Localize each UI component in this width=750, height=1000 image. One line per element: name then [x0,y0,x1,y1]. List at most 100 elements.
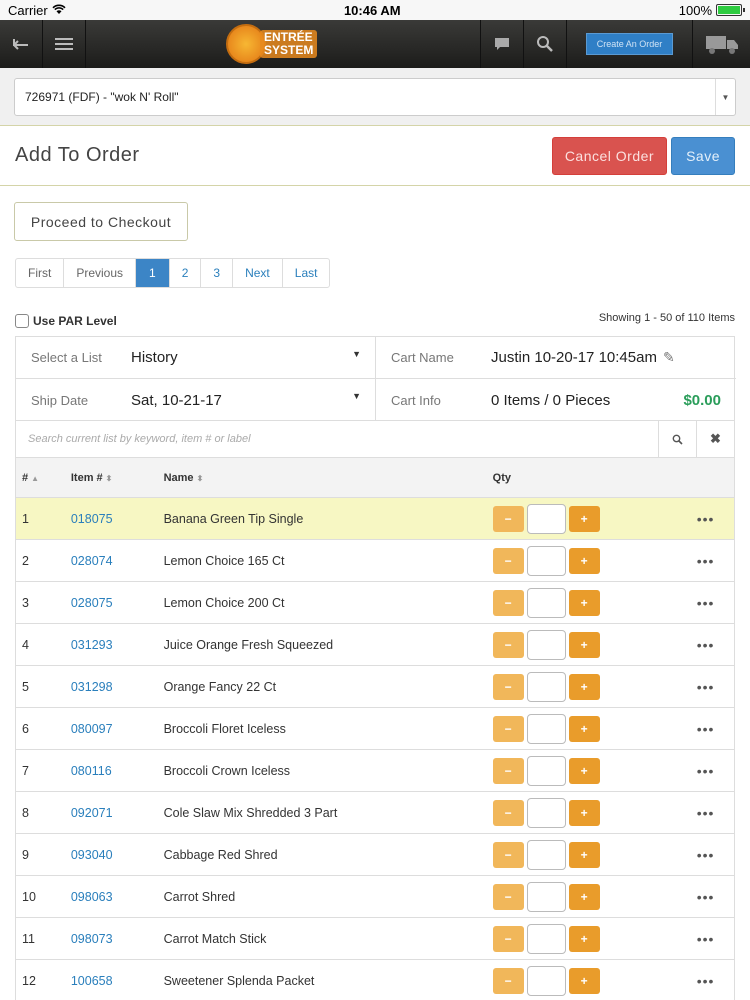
item-number-link[interactable]: 018075 [71,512,164,526]
chat-icon[interactable] [480,20,523,68]
increment-button[interactable]: + [568,631,600,658]
item-number-link[interactable]: 098063 [71,890,164,904]
truck-icon[interactable] [692,20,750,68]
quantity-input[interactable] [526,797,566,828]
more-options-icon[interactable]: ••• [697,595,715,611]
page-previous[interactable]: Previous [64,259,137,287]
list-search-input[interactable] [16,421,658,457]
decrement-button[interactable]: − [492,589,524,616]
table-row[interactable]: 9 093040 Cabbage Red Shred − + ••• [16,834,734,876]
decrement-button[interactable]: − [492,841,524,868]
par-level-toggle[interactable]: Use PAR Level [15,314,117,328]
decrement-button[interactable]: − [492,631,524,658]
item-number-link[interactable]: 031298 [71,680,164,694]
customer-select[interactable]: 726971 (FDF) - "wok N' Roll" ▼ [14,78,736,116]
decrement-button[interactable]: − [492,967,524,994]
table-row[interactable]: 7 080116 Broccoli Crown Iceless − + ••• [16,750,734,792]
decrement-button[interactable]: − [492,757,524,784]
ship-date-dropdown[interactable]: Ship Date Sat, 10-21-17 ▼ [16,379,376,421]
more-options-icon[interactable]: ••• [697,637,715,653]
item-number-link[interactable]: 031293 [71,638,164,652]
item-number-link[interactable]: 080097 [71,722,164,736]
quantity-input[interactable] [526,923,566,954]
quantity-input[interactable] [526,629,566,660]
increment-button[interactable]: + [568,925,600,952]
increment-button[interactable]: + [568,757,600,784]
sort-by-name[interactable]: Name ⬍ [164,472,493,484]
more-options-icon[interactable]: ••• [697,889,715,905]
item-number-link[interactable]: 092071 [71,806,164,820]
more-options-icon[interactable]: ••• [697,679,715,695]
page-first[interactable]: First [16,259,65,287]
quantity-input[interactable] [526,881,566,912]
decrement-button[interactable]: − [492,883,524,910]
table-row[interactable]: 4 031293 Juice Orange Fresh Squeezed − + ••• [16,624,734,666]
more-options-icon[interactable]: ••• [697,847,715,863]
page-last[interactable]: Last [283,259,330,287]
more-options-icon[interactable]: ••• [697,973,715,989]
increment-button[interactable]: + [568,547,600,574]
item-number-link[interactable]: 028074 [71,554,164,568]
pencil-icon[interactable]: ✎ [663,349,675,366]
quantity-input[interactable] [526,713,566,744]
decrement-button[interactable]: − [492,505,524,532]
item-number-link[interactable]: 100658 [71,974,164,988]
quantity-input[interactable] [526,503,566,534]
page-next[interactable]: Next [233,259,283,287]
page-1[interactable]: 1 [136,259,170,287]
decrement-button[interactable]: − [492,925,524,952]
chevron-down-icon[interactable]: ▼ [715,79,735,115]
item-number-link[interactable]: 093040 [71,848,164,862]
quantity-input[interactable] [526,755,566,786]
quantity-input[interactable] [526,671,566,702]
quantity-input[interactable] [526,839,566,870]
decrement-button[interactable]: − [492,799,524,826]
table-row[interactable]: 10 098063 Carrot Shred − + ••• [16,876,734,918]
sort-by-number[interactable]: # ▲ [16,472,71,484]
menu-icon[interactable] [43,20,86,68]
increment-button[interactable]: + [568,505,600,532]
create-order-button[interactable]: Create An Order [585,33,674,55]
search-icon[interactable] [523,20,566,68]
more-options-icon[interactable]: ••• [697,763,715,779]
increment-button[interactable]: + [568,883,600,910]
cancel-order-button[interactable]: Cancel Order [551,136,668,175]
table-row[interactable]: 3 028075 Lemon Choice 200 Ct − + ••• [16,582,734,624]
close-icon[interactable]: ✖ [696,421,734,457]
decrement-button[interactable]: − [492,547,524,574]
more-options-icon[interactable]: ••• [697,931,715,947]
increment-button[interactable]: + [568,715,600,742]
increment-button[interactable]: + [568,799,600,826]
cart-name-cell[interactable]: Cart Name Justin 10-20-17 10:45am ✎ [376,337,736,379]
increment-button[interactable]: + [568,841,600,868]
item-number-link[interactable]: 098073 [71,932,164,946]
page-2[interactable]: 2 [170,259,202,287]
sort-by-item[interactable]: Item # ⬍ [71,472,164,484]
proceed-to-checkout-button[interactable]: Proceed to Checkout [14,202,188,241]
item-number-link[interactable]: 028075 [71,596,164,610]
decrement-button[interactable]: − [492,673,524,700]
decrement-button[interactable]: − [492,715,524,742]
more-options-icon[interactable]: ••• [697,511,715,527]
more-options-icon[interactable]: ••• [697,805,715,821]
table-row[interactable]: 12 100658 Sweetener Splenda Packet − + ••• [16,960,734,1000]
page-3[interactable]: 3 [201,259,234,287]
quantity-input[interactable] [526,545,566,576]
table-row[interactable]: 8 092071 Cole Slaw Mix Shredded 3 Part − + ••… [16,792,734,834]
table-row[interactable]: 6 080097 Broccoli Floret Iceless − + ••• [16,708,734,750]
more-options-icon[interactable]: ••• [697,721,715,737]
increment-button[interactable]: + [568,967,600,994]
increment-button[interactable]: + [568,589,600,616]
item-number-link[interactable]: 080116 [71,764,164,778]
quantity-input[interactable] [526,965,566,996]
table-row[interactable]: 5 031298 Orange Fancy 22 Ct − + ••• [16,666,734,708]
increment-button[interactable]: + [568,673,600,700]
back-icon[interactable] [0,20,43,68]
select-list-dropdown[interactable]: Select a List History ▼ [16,337,376,379]
table-row[interactable]: 2 028074 Lemon Choice 165 Ct − + ••• [16,540,734,582]
quantity-input[interactable] [526,587,566,618]
save-button[interactable]: Save [671,136,735,175]
table-row[interactable]: 11 098073 Carrot Match Stick − + ••• [16,918,734,960]
search-icon[interactable] [658,421,696,457]
par-level-checkbox[interactable] [15,314,29,328]
